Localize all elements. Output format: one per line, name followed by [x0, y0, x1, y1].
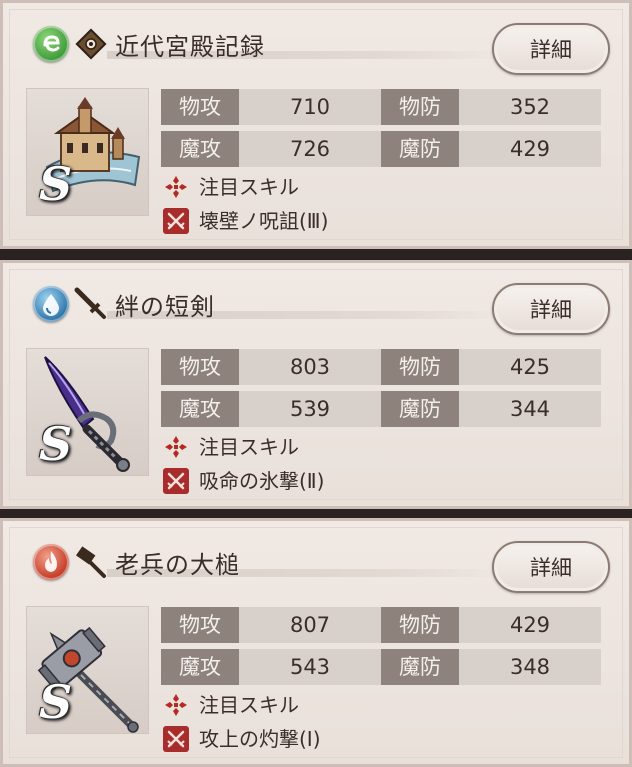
stat-value-matk: 543	[239, 649, 381, 685]
featured-skill-label: 注目スキル	[199, 435, 299, 459]
stat-value-pdef: 352	[459, 89, 601, 125]
crossed-swords-icon	[163, 208, 189, 234]
tome-icon	[73, 26, 109, 62]
crossed-swords-icon	[163, 468, 189, 494]
weapon-card: 老兵の大槌 詳細 S 物攻 807 物防 429 魔攻 543 魔防 348 注…	[0, 518, 632, 767]
stat-label-pdef: 物防	[381, 349, 459, 385]
stat-label-matk: 魔攻	[161, 391, 239, 427]
water-element-icon	[33, 286, 69, 322]
rank-badge: S	[39, 157, 73, 211]
stat-value-pdef: 425	[459, 349, 601, 385]
stat-label-mdef: 魔防	[381, 131, 459, 167]
weapon-name: 絆の短剣	[115, 293, 215, 321]
stat-label-pdef: 物防	[381, 607, 459, 643]
weapon-image[interactable]: S	[26, 606, 149, 734]
skill-name: 攻上の灼撃(Ⅰ)	[199, 727, 321, 751]
detail-button[interactable]: 詳細	[492, 283, 610, 335]
stat-value-pdef: 429	[459, 607, 601, 643]
stat-value-mdef: 429	[459, 131, 601, 167]
stat-value-patk: 803	[239, 349, 381, 385]
weapon-title-row: 老兵の大槌	[29, 539, 507, 585]
stat-value-matk: 726	[239, 131, 381, 167]
weapon-image[interactable]: S	[26, 348, 149, 476]
weapon-card: 近代宮殿記録 詳細 S 物攻 710 物防 352 魔攻 726 魔防 429 …	[0, 0, 632, 249]
skill-name: 吸命の氷撃(Ⅱ)	[199, 469, 325, 493]
crossed-swords-icon	[163, 726, 189, 752]
stat-value-patk: 710	[239, 89, 381, 125]
weapon-card: 絆の短剣 詳細 S 物攻 803 物防 425 魔攻 539 魔防 344 注目…	[0, 260, 632, 509]
stat-label-mdef: 魔防	[381, 649, 459, 685]
dagger-icon	[73, 286, 109, 322]
skill-name: 壊壁ノ呪詛(Ⅲ)	[199, 209, 329, 233]
weapon-name: 近代宮殿記録	[115, 33, 265, 61]
stat-label-matk: 魔攻	[161, 649, 239, 685]
stat-label-pdef: 物防	[381, 89, 459, 125]
detail-button[interactable]: 詳細	[492, 23, 610, 75]
weapon-title-row: 絆の短剣	[29, 281, 507, 327]
stat-label-patk: 物攻	[161, 349, 239, 385]
stat-label-matk: 魔攻	[161, 131, 239, 167]
stat-value-mdef: 344	[459, 391, 601, 427]
rank-badge: S	[39, 417, 73, 471]
stat-label-patk: 物攻	[161, 607, 239, 643]
featured-cross-icon	[165, 436, 187, 458]
featured-cross-icon	[165, 694, 187, 716]
weapon-image[interactable]: S	[26, 88, 149, 216]
stat-value-mdef: 348	[459, 649, 601, 685]
stat-label-patk: 物攻	[161, 89, 239, 125]
stat-label-mdef: 魔防	[381, 391, 459, 427]
hammer-icon	[73, 544, 109, 580]
featured-cross-icon	[165, 176, 187, 198]
wind-element-icon	[33, 26, 69, 62]
featured-skill-label: 注目スキル	[199, 175, 299, 199]
detail-button[interactable]: 詳細	[492, 541, 610, 593]
rank-badge: S	[39, 675, 73, 729]
stat-value-patk: 807	[239, 607, 381, 643]
featured-skill-label: 注目スキル	[199, 693, 299, 717]
stat-value-matk: 539	[239, 391, 381, 427]
weapon-title-row: 近代宮殿記録	[29, 21, 507, 67]
fire-element-icon	[33, 544, 69, 580]
weapon-name: 老兵の大槌	[115, 551, 240, 579]
